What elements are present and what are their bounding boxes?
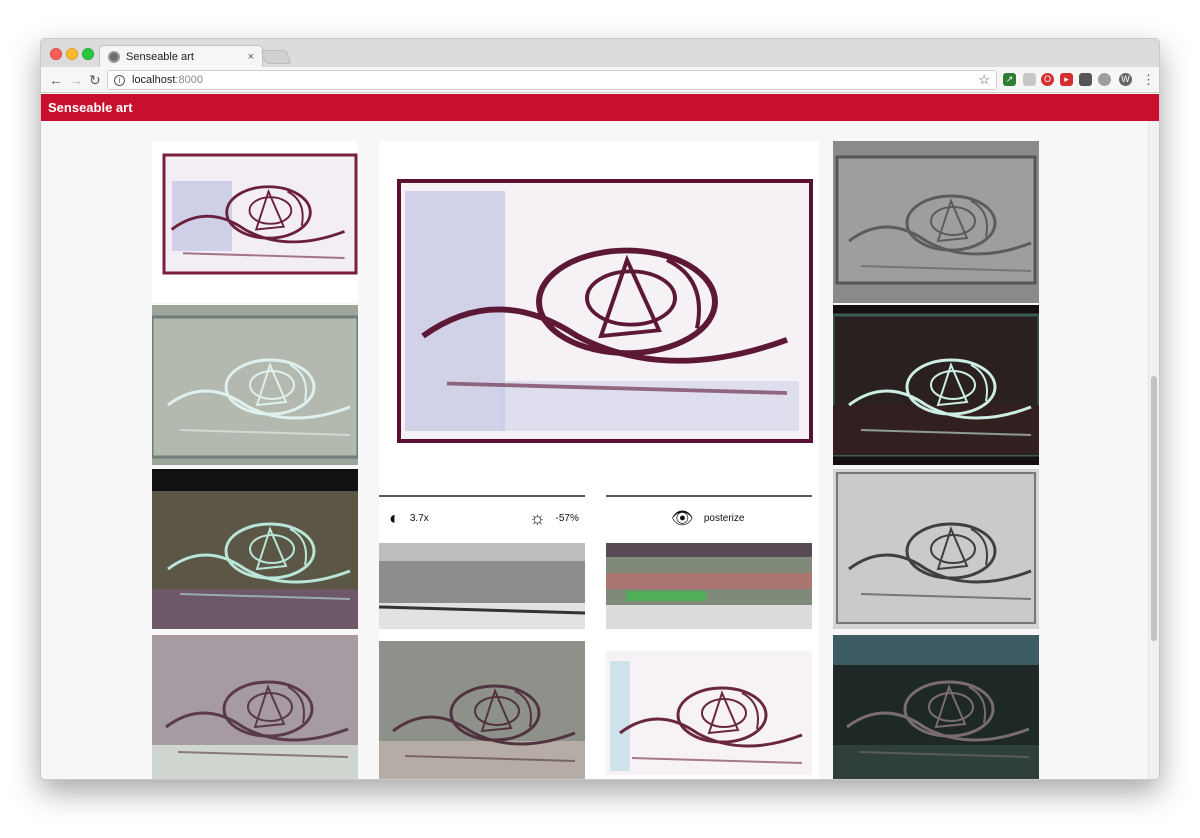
- extension-circle-icon[interactable]: [1098, 73, 1111, 86]
- main-artwork[interactable]: [379, 141, 819, 476]
- variant-thumbnail[interactable]: [152, 635, 358, 779]
- new-tab-button[interactable]: [260, 50, 292, 64]
- forward-arrow-icon[interactable]: →: [69, 71, 83, 89]
- url-host: localhost: [132, 74, 176, 86]
- extension-w-icon[interactable]: W: [1119, 73, 1132, 86]
- variant-thumbnail[interactable]: [833, 469, 1039, 629]
- variant-thumbnail[interactable]: [152, 141, 358, 303]
- browser-tab[interactable]: Senseable art ×: [99, 45, 263, 67]
- reload-icon[interactable]: ↻: [89, 71, 101, 89]
- variant-thumbnail[interactable]: [833, 141, 1039, 303]
- extension-play-icon[interactable]: ▸: [1060, 73, 1073, 86]
- filter-control[interactable]: 👁 posterize: [671, 506, 744, 530]
- extension-shield-icon[interactable]: [1079, 73, 1092, 86]
- variant-thumbnail[interactable]: [606, 641, 812, 779]
- variant-thumbnail[interactable]: [606, 543, 812, 629]
- variant-thumbnail[interactable]: [833, 635, 1039, 779]
- close-window-button[interactable]: [50, 48, 62, 60]
- app-bar: Senseable art: [41, 94, 1159, 121]
- brightness-icon: ☼: [529, 508, 546, 528]
- extension-opera-icon[interactable]: O: [1041, 73, 1054, 86]
- filter-divider: [606, 495, 812, 497]
- extension-arrow-icon[interactable]: ↗: [1003, 73, 1016, 86]
- contrast-value: 3.7x: [409, 512, 429, 524]
- vertical-scrollbar[interactable]: [1148, 121, 1159, 779]
- bookmark-star-icon[interactable]: ☆: [978, 72, 990, 88]
- tab-strip: Senseable art ×: [41, 39, 1159, 67]
- tab-close-button[interactable]: ×: [248, 51, 254, 63]
- minimize-window-button[interactable]: [66, 48, 78, 60]
- extension-cloud-icon[interactable]: [1023, 73, 1036, 86]
- contrast-control[interactable]: ◐ 3.7x: [389, 506, 429, 530]
- app-title: Senseable art: [48, 100, 133, 115]
- browser-window: Senseable art × ← → ↻ i localhost :8000 …: [40, 38, 1160, 780]
- more-menu-icon[interactable]: ⋮: [1142, 71, 1155, 89]
- info-icon[interactable]: i: [114, 74, 125, 86]
- maximize-window-button[interactable]: [82, 48, 94, 60]
- contrast-divider: [379, 495, 585, 497]
- favicon-icon: [108, 50, 120, 63]
- scrollbar-thumb[interactable]: [1151, 376, 1157, 641]
- brightness-value: -57%: [555, 512, 579, 524]
- variant-thumbnail[interactable]: [152, 305, 358, 465]
- variant-thumbnail[interactable]: [379, 543, 585, 629]
- url-port: :8000: [175, 74, 203, 86]
- variant-thumbnail[interactable]: [152, 469, 358, 629]
- contrast-icon: ◐: [389, 508, 400, 528]
- variant-thumbnail[interactable]: [833, 305, 1039, 465]
- brightness-control[interactable]: ☼ -57%: [529, 506, 579, 530]
- filter-value: posterize: [703, 512, 745, 524]
- address-bar[interactable]: i localhost :8000 ☆: [107, 70, 997, 90]
- browser-toolbar: ← → ↻ i localhost :8000 ☆ ↗ O ▸ W ⋮: [41, 67, 1159, 93]
- back-arrow-icon[interactable]: ←: [49, 71, 63, 89]
- variant-thumbnail[interactable]: [379, 641, 585, 779]
- eye-icon: 👁: [671, 508, 694, 528]
- gallery: ◐ 3.7x ☼ -57% 👁 posterize: [41, 121, 1150, 779]
- tab-title: Senseable art: [126, 50, 194, 63]
